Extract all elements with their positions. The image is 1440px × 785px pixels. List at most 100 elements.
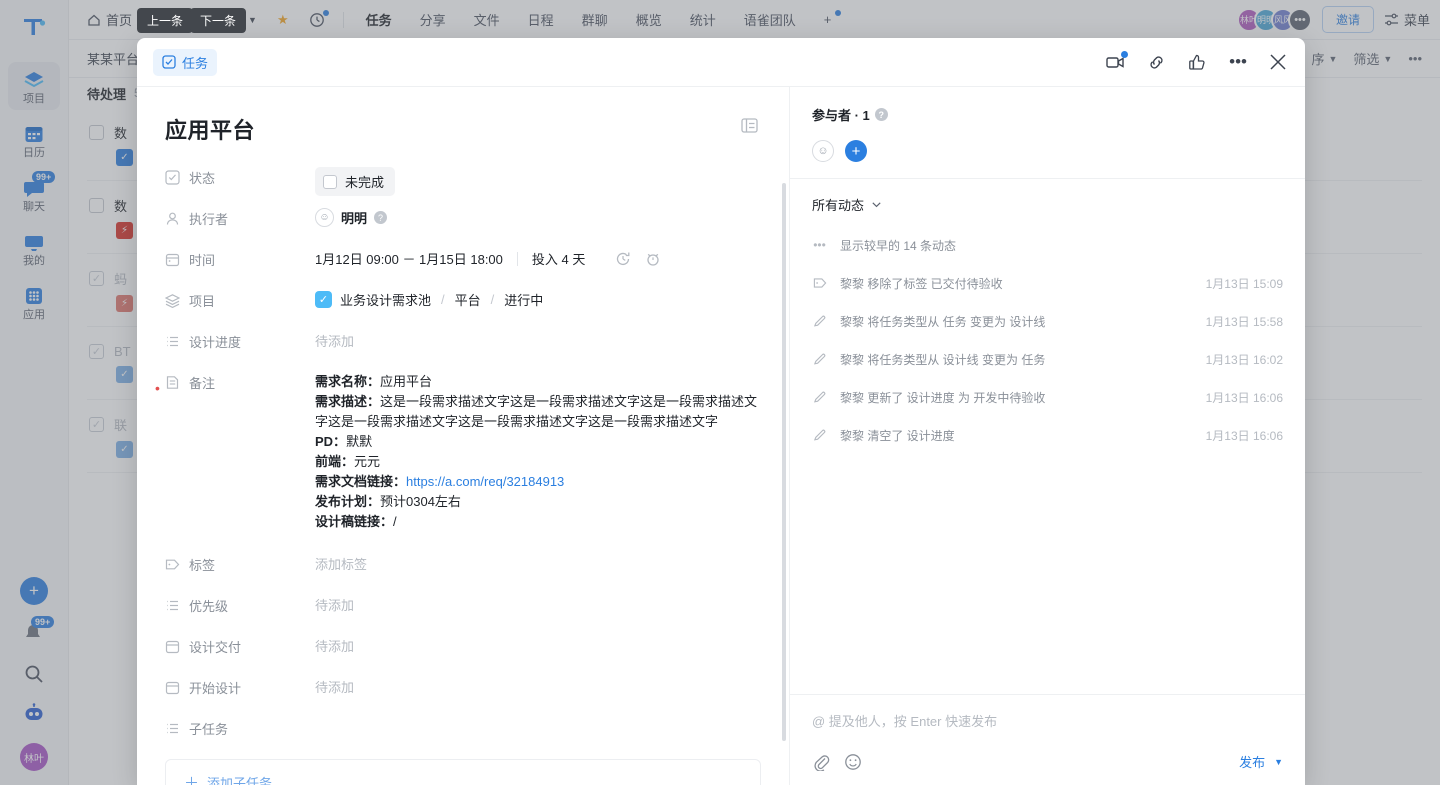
more-options-icon[interactable]: ••• [1408, 51, 1422, 66]
pencil-icon [812, 314, 827, 328]
help-icon[interactable]: ? [374, 211, 388, 224]
filter-dropdown[interactable]: 筛选 ▼ [1353, 49, 1392, 68]
sidebar-item-project[interactable]: 项目 [8, 62, 60, 110]
favorite-star-icon[interactable]: ★ [269, 8, 297, 32]
repeat-icon[interactable] [615, 251, 631, 267]
field-tags: 标签 添加标签 [165, 548, 761, 589]
avatar[interactable]: 林叶 [20, 743, 48, 771]
sort-label: 序 [1311, 52, 1325, 67]
field-status: 状态 未完成 [165, 161, 761, 202]
checkbox-icon [165, 170, 180, 185]
menu-button[interactable]: 菜单 [1384, 10, 1430, 29]
tab-schedule[interactable]: 日程 [516, 5, 566, 34]
field-value: ☺ 明明 ? [315, 206, 761, 227]
more-icon[interactable]: ••• [1229, 53, 1247, 70]
add-subtask-button[interactable]: ＋ 添加子任务 [184, 772, 272, 785]
activity-text: 黎黎 更新了 设计进度 为 开发中待验收 [840, 390, 1046, 405]
field-value[interactable]: ✓ 业务设计需求池 / 平台 / 进行中 [315, 288, 761, 309]
tab-groupchat[interactable]: 群聊 [570, 5, 620, 34]
home-button[interactable]: 首页 [79, 6, 140, 33]
alarm-icon[interactable] [645, 251, 661, 267]
placeholder-text[interactable]: 待添加 [315, 334, 354, 349]
label-text: 设计进度 [189, 335, 242, 350]
tab-files[interactable]: 文件 [462, 5, 512, 34]
attachment-icon[interactable] [812, 753, 830, 771]
more-icon: ••• [813, 238, 826, 252]
composer-icons [812, 753, 862, 771]
sort-dropdown[interactable]: 序 ▼ [1311, 49, 1337, 68]
tab-share[interactable]: 分享 [408, 5, 458, 34]
avatar[interactable]: ☺ [812, 140, 834, 162]
thumbs-up-icon[interactable] [1188, 53, 1207, 72]
add-subtask-label: 添加子任务 [207, 775, 273, 785]
row-tag: ✓ [116, 365, 133, 383]
detail-scrollbar[interactable] [782, 183, 786, 741]
placeholder-text[interactable]: 待添加 [315, 598, 354, 613]
link-icon[interactable] [1147, 53, 1166, 72]
time-range[interactable]: 1月12日 09:00 － 1月15日 18:00 [315, 249, 503, 268]
invite-button[interactable]: 邀请 [1321, 6, 1374, 33]
video-icon[interactable] [1106, 50, 1129, 72]
activity-time: 1月13日 16:02 [1205, 352, 1283, 367]
placeholder-text[interactable]: 待添加 [315, 639, 354, 654]
member-avatars[interactable]: 林叶 明明 风风 ••• [1236, 7, 1312, 32]
assignee-chip[interactable]: ☺ 明明 ? [315, 208, 388, 227]
comment-input[interactable]: @ 提及他人，按 Enter 快速发布 [812, 711, 1283, 730]
tab-stats[interactable]: 统计 [678, 5, 728, 34]
close-icon[interactable] [1269, 53, 1287, 71]
modal-header-actions: ••• [1106, 50, 1287, 72]
sidebar-item-my[interactable]: 我的 [8, 224, 60, 272]
list-icon [167, 336, 178, 347]
placeholder-text[interactable]: 添加标签 [315, 557, 367, 572]
sidebar-item-apps[interactable]: 应用 [8, 278, 60, 326]
add-tab-button[interactable]: + [812, 7, 844, 32]
placeholder-text[interactable]: 待添加 [315, 680, 354, 695]
row-checkbox[interactable] [89, 124, 104, 140]
row-checkbox[interactable]: ✓ [89, 270, 104, 286]
label-text: 设计交付 [189, 640, 242, 655]
emoji-icon[interactable] [844, 753, 862, 771]
note-icon [166, 376, 179, 389]
label-text: 时间 [189, 253, 216, 268]
task-type-label: 任务 [182, 55, 209, 71]
notes-line: 需求文档链接：https://a.com/req/32184913 [315, 472, 761, 492]
show-earlier-row[interactable]: ••• 显示较早的 14 条动态 [812, 226, 1283, 264]
send-button[interactable]: 发布 ▼ [1239, 752, 1283, 771]
tab-tasks[interactable]: 任务 [354, 5, 404, 34]
row-checkbox[interactable] [89, 197, 104, 213]
status-badge[interactable]: 未完成 [315, 167, 396, 196]
notes-content[interactable]: 需求名称：应用平台 需求描述：这是一段需求描述文字这是一段需求描述文字这是一段需… [315, 370, 761, 532]
notes-key: 需求描述： [315, 394, 381, 409]
search-icon[interactable] [23, 663, 45, 685]
robot-assistant-icon[interactable] [22, 702, 46, 726]
task-detail-scroll: 应用平台 状态 未完成 执行者 ☺ 明明 ? 时间 1月12日 09:00 － … [137, 87, 789, 785]
help-icon[interactable]: ? [874, 108, 888, 121]
chevron-down-icon[interactable]: ▼ [1274, 757, 1283, 767]
project-icon [23, 69, 45, 91]
layout-toggle-icon[interactable] [737, 113, 761, 137]
add-participant-button[interactable]: + [845, 140, 867, 162]
task-type-chip[interactable]: 任务 [153, 48, 218, 76]
activity-text: 黎黎 将任务类型从 设计线 变更为 任务 [840, 352, 1046, 367]
tab-yuque-team[interactable]: 语雀团队 [732, 5, 808, 34]
notifications-icon[interactable]: 99+ [22, 616, 55, 646]
sidebar-item-chat[interactable]: 99+ 聊天 [8, 170, 60, 218]
info-clock-icon[interactable] [301, 8, 333, 32]
activity-text: 黎黎 清空了 设计进度 [840, 428, 955, 443]
rail-bottom-group: + 99+ 林叶 [20, 577, 55, 785]
field-label: 开始设计 [165, 675, 315, 697]
app-root: 项目 日历 99+ 聊天 我的 应用 + 99+ 林叶 首页 ▼ ★ 任务 分享… [0, 0, 1440, 785]
label-text: 项目 [189, 294, 216, 309]
add-button[interactable]: + [20, 577, 48, 605]
tab-overview[interactable]: 概览 [624, 5, 674, 34]
participants-label: 参与者 · 1 [812, 108, 870, 123]
chevron-down-icon: ▼ [1328, 53, 1338, 64]
requirement-doc-link[interactable]: https://a.com/req/32184913 [406, 474, 564, 489]
activity-filter-dropdown[interactable]: 所有动态 [812, 195, 1283, 214]
row-checkbox[interactable]: ✓ [89, 343, 104, 359]
field-label: 标签 [165, 552, 315, 574]
sidebar-item-calendar[interactable]: 日历 [8, 116, 60, 164]
participants-title: 参与者 · 1 ? [812, 105, 1283, 124]
participants-section: 参与者 · 1 ? ☺ + [790, 87, 1305, 179]
row-checkbox[interactable]: ✓ [89, 416, 104, 432]
